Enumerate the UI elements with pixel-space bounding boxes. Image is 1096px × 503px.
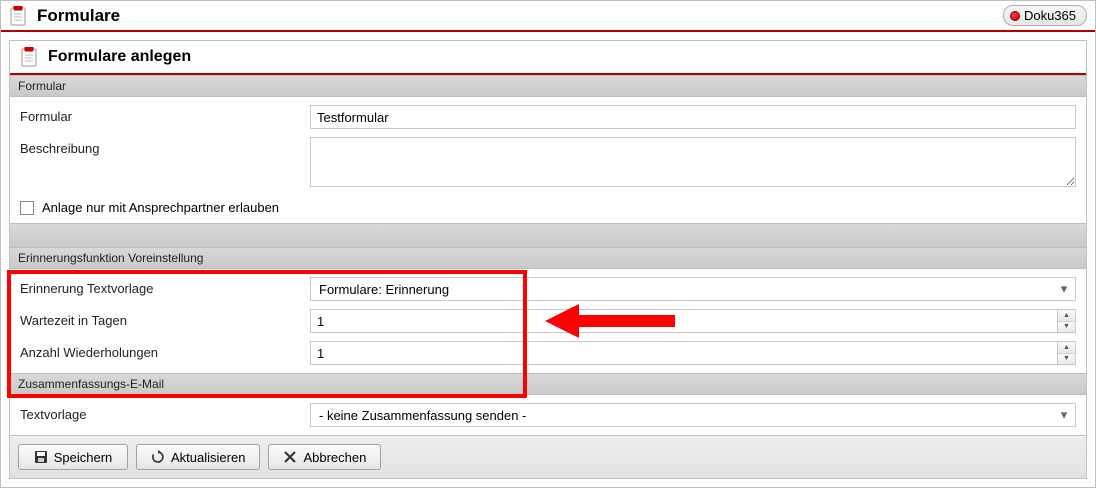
save-icon xyxy=(34,450,48,464)
panel-title: Formulare anlegen xyxy=(48,48,191,66)
spinner-down-icon[interactable]: ▼ xyxy=(1058,322,1075,333)
combo-value: Formulare: Erinnerung xyxy=(319,282,449,297)
spinner-up-icon[interactable]: ▲ xyxy=(1058,342,1075,354)
panel-header: Formulare anlegen xyxy=(10,41,1086,75)
textvorlage-label: Textvorlage xyxy=(20,403,310,422)
section-header-zusammenfassung: Zusammenfassungs-E-Mail xyxy=(10,373,1086,395)
top-bar: Formulare Doku365 xyxy=(1,1,1095,32)
formular-input[interactable] xyxy=(310,105,1076,129)
app-window: Formulare Doku365 Formulare anlegen Form… xyxy=(0,0,1096,488)
clipboard-icon xyxy=(9,6,27,26)
chevron-down-icon: ▾ xyxy=(1055,280,1073,298)
anlage-checkbox-label: Anlage nur mit Ansprechpartner erlauben xyxy=(42,200,279,215)
spinner-value: 1 xyxy=(311,346,1057,361)
panel-formulare-anlegen: Formulare anlegen Formular Formular Besc… xyxy=(9,40,1087,479)
page-title: Formulare xyxy=(37,6,120,26)
section-header-formular: Formular xyxy=(10,75,1086,97)
formular-label: Formular xyxy=(20,105,310,124)
refresh-button[interactable]: Aktualisieren xyxy=(136,444,260,470)
refresh-label: Aktualisieren xyxy=(171,450,245,465)
spinner-down-icon[interactable]: ▼ xyxy=(1058,354,1075,365)
beschreibung-label: Beschreibung xyxy=(20,137,310,156)
spinner-up-icon[interactable]: ▲ xyxy=(1058,310,1075,322)
clipboard-icon xyxy=(20,47,38,67)
textvorlage-combo[interactable]: - keine Zusammenfassung senden - ▾ xyxy=(310,403,1076,427)
wartezeit-spinner[interactable]: 1 ▲ ▼ xyxy=(310,309,1076,333)
wartezeit-label: Wartezeit in Tagen xyxy=(20,309,310,328)
refresh-icon xyxy=(151,450,165,464)
wiederholungen-label: Anzahl Wiederholungen xyxy=(20,341,310,360)
wiederholungen-spinner[interactable]: 1 ▲ ▼ xyxy=(310,341,1076,365)
spinner-value: 1 xyxy=(311,314,1057,329)
combo-value: - keine Zusammenfassung senden - xyxy=(319,408,526,423)
cancel-button[interactable]: Abbrechen xyxy=(268,444,381,470)
cancel-label: Abbrechen xyxy=(303,450,366,465)
erinnerung-textvorlage-combo[interactable]: Formulare: Erinnerung ▾ xyxy=(310,277,1076,301)
close-icon xyxy=(283,450,297,464)
beschreibung-textarea[interactable] xyxy=(310,137,1076,187)
save-label: Speichern xyxy=(54,450,113,465)
erinnerung-textvorlage-label: Erinnerung Textvorlage xyxy=(20,277,310,296)
doku365-label: Doku365 xyxy=(1024,8,1076,23)
anlage-checkbox[interactable] xyxy=(20,201,34,215)
doku365-badge[interactable]: Doku365 xyxy=(1003,5,1087,26)
chevron-down-icon: ▾ xyxy=(1055,406,1073,424)
section-zusammenfassung: Textvorlage - keine Zusammenfassung send… xyxy=(10,395,1086,435)
section-formular: Formular Beschreibung Anlage nur mit Ans… xyxy=(10,97,1086,223)
section-erinnerung: Erinnerung Textvorlage Formulare: Erinne… xyxy=(10,269,1086,373)
section-header-erinnerung: Erinnerungsfunktion Voreinstellung xyxy=(10,247,1086,269)
save-button[interactable]: Speichern xyxy=(18,444,128,470)
record-dot-icon xyxy=(1010,11,1020,21)
section-spacer xyxy=(10,223,1086,247)
footer-toolbar: Speichern Aktualisieren Abbrechen xyxy=(10,435,1086,478)
